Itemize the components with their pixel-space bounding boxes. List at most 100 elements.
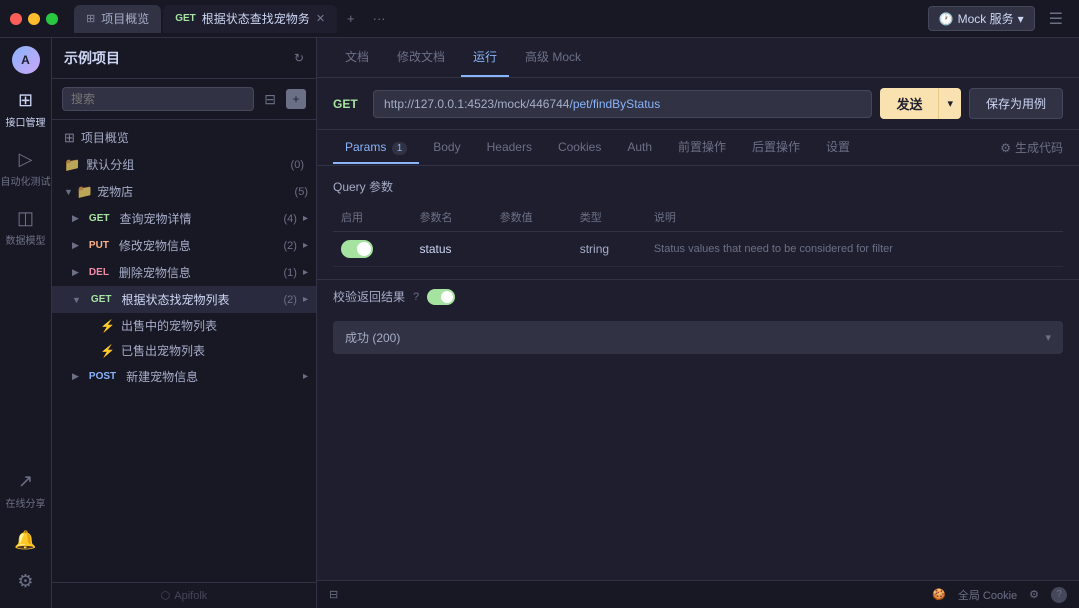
url-bar: GET http://127.0.0.1:4523/mock/446744 /p…: [317, 78, 1079, 130]
param-enabled-toggle[interactable]: [341, 240, 373, 258]
nav-api2-label: 修改宠物信息: [119, 237, 278, 254]
url-input[interactable]: http://127.0.0.1:4523/mock/446744 /pet/f…: [373, 90, 872, 118]
param-tab-body[interactable]: Body: [421, 132, 472, 164]
sidebar-item-datamodel[interactable]: ◫ 数据模型: [4, 200, 48, 255]
nav-api-del[interactable]: ▶ DEL 删除宠物信息 (1) ▸: [52, 259, 316, 286]
logo-icon: ⬡: [161, 589, 171, 602]
query-params-section: Query 参数 启用 参数名 参数值 类型 说明: [317, 166, 1079, 279]
refresh-icon[interactable]: ↻: [294, 51, 304, 65]
apipost-logo: ⬡ Apifolk: [161, 589, 208, 602]
response-status-label: 成功 (200): [345, 329, 400, 346]
tab-run[interactable]: 运行: [461, 38, 509, 77]
datamodel-icon: ◫: [17, 208, 34, 229]
response-item-200[interactable]: 成功 (200) ▾: [333, 321, 1063, 354]
nav-api-get-details[interactable]: ▶ GET 查询宠物详情 (4) ▸: [52, 205, 316, 232]
save-as-case-button[interactable]: 保存为用例: [969, 88, 1063, 119]
close-tab-icon[interactable]: ✕: [316, 12, 325, 25]
param-desc-cell: Status values that need to be considered…: [646, 232, 1063, 267]
more-tabs-button[interactable]: ···: [365, 7, 394, 30]
tab-overview[interactable]: ⊞ 项目概览: [74, 5, 161, 33]
app-body: A ⊞ 接口管理 ▷ 自动化测试 ◫ 数据模型 ↗ 在线分享 🔔 ⚙ 示例项目 …: [0, 38, 1079, 608]
param-tab-settings[interactable]: 设置: [814, 130, 862, 165]
filter-icon[interactable]: ⊟: [260, 89, 280, 110]
expand-icon[interactable]: ⊟: [329, 588, 338, 601]
sub-item-sold[interactable]: ⚡ 已售出宠物列表: [52, 338, 316, 363]
sidebar-item-autotest[interactable]: ▷ 自动化测试: [4, 141, 48, 196]
param-tab-pre[interactable]: 前置操作: [666, 130, 738, 165]
response-section: 成功 (200) ▾: [317, 313, 1079, 362]
validation-title: 校验返回结果: [333, 288, 405, 305]
chevron-right-icon2: ▶: [72, 240, 79, 251]
main-content: 文档 修改文档 运行 高级 Mock GET http://127.0.0.1:…: [317, 38, 1079, 608]
method-get-badge2: GET: [87, 293, 116, 306]
minimize-button[interactable]: [28, 13, 40, 25]
col-desc: 说明: [646, 203, 1063, 232]
validation-info-icon[interactable]: ?: [413, 291, 419, 303]
hamburger-button[interactable]: ☰: [1043, 7, 1069, 31]
search-input[interactable]: [62, 87, 254, 111]
param-value-cell[interactable]: [492, 232, 572, 267]
param-tab-post[interactable]: 后置操作: [740, 130, 812, 165]
mock-service-button[interactable]: 🕐 Mock 服务 ▾: [928, 6, 1035, 31]
method-get-badge: GET: [85, 212, 114, 225]
nav-api2-count: (2): [284, 240, 297, 252]
method-post-badge: POST: [85, 370, 120, 383]
arrow-icon5: ▸: [303, 371, 308, 382]
chevron-right-icon3: ▶: [72, 267, 79, 278]
send-dropdown-button[interactable]: ▾: [938, 88, 961, 119]
generate-code-button[interactable]: ⚙ 生成代码: [1000, 139, 1063, 156]
tab-docs[interactable]: 文档: [333, 38, 381, 77]
arrow-icon: ▸: [303, 213, 308, 224]
nav-item-default[interactable]: 📁 默认分组 (0): [52, 151, 316, 178]
sub-item1-label: 出售中的宠物列表: [121, 317, 217, 334]
sidebar-search: ⊟ +: [52, 79, 316, 120]
validation-section: 校验返回结果 ?: [317, 279, 1079, 313]
datamodel-label: 数据模型: [6, 232, 46, 247]
chevron-down-icon4: ▼: [72, 295, 81, 305]
validation-toggle[interactable]: [427, 289, 455, 305]
add-tab-button[interactable]: +: [339, 7, 363, 30]
sub-item-onsale[interactable]: ⚡ 出售中的宠物列表: [52, 313, 316, 338]
gear-icon: ⚙: [17, 571, 33, 592]
param-name-cell[interactable]: status: [411, 232, 491, 267]
nav-api-post-create[interactable]: ▶ POST 新建宠物信息 ▸: [52, 363, 316, 390]
nav-group-petshop[interactable]: ▼ 📁 宠物店 (5): [52, 178, 316, 205]
nav-item-overview[interactable]: ⊞ 项目概览: [52, 124, 316, 151]
send-button[interactable]: 发送: [880, 88, 938, 119]
sidebar-item-settings[interactable]: ⚙: [4, 563, 48, 600]
sidebar-item-share[interactable]: ↗ 在线分享: [4, 463, 48, 518]
tab-advanced-mock[interactable]: 高级 Mock: [513, 38, 593, 77]
close-button[interactable]: [10, 13, 22, 25]
chevron-right-icon: ▶: [72, 213, 79, 224]
add-interface-button[interactable]: +: [286, 89, 306, 109]
chevron-down-icon: ▾: [1045, 331, 1051, 344]
gen-code-label: 生成代码: [1015, 139, 1063, 156]
param-tab-headers[interactable]: Headers: [475, 132, 544, 164]
param-tabs: Params 1 Body Headers Cookies Auth 前置操作 …: [317, 130, 1079, 166]
help-icon[interactable]: ?: [1051, 587, 1067, 603]
param-tab-auth[interactable]: Auth: [615, 132, 664, 164]
autotest-label: 自动化测试: [1, 173, 51, 188]
user-avatar[interactable]: A: [12, 46, 40, 74]
param-tab-cookies[interactable]: Cookies: [546, 132, 613, 164]
settings-icon[interactable]: ⚙: [1029, 588, 1039, 601]
autotest-icon: ▷: [19, 149, 33, 170]
validation-header[interactable]: 校验返回结果 ?: [333, 288, 1063, 305]
sidebar-item-notify[interactable]: 🔔: [4, 522, 48, 559]
tab-api-get[interactable]: GET 根据状态查找宠物务 ✕: [163, 5, 337, 33]
method-del-badge: DEL: [85, 266, 113, 279]
bell-icon: 🔔: [14, 530, 36, 551]
nav-api-get-bystatus[interactable]: ▼ GET 根据状态找宠物列表 (2) ▸: [52, 286, 316, 313]
lightning-icon2: ⚡: [100, 344, 115, 358]
tab-edit-docs[interactable]: 修改文档: [385, 38, 457, 77]
interface-label: 接口管理: [6, 114, 46, 129]
arrow-icon3: ▸: [303, 267, 308, 278]
param-tab-params[interactable]: Params 1: [333, 132, 419, 164]
nav-api-put-modify[interactable]: ▶ PUT 修改宠物信息 (2) ▸: [52, 232, 316, 259]
maximize-button[interactable]: [46, 13, 58, 25]
global-cookie-label[interactable]: 全局 Cookie: [958, 587, 1017, 603]
cookie-icon: 🍪: [932, 588, 946, 601]
chevron-down-icon: ▾: [1018, 12, 1024, 26]
sidebar-item-interface[interactable]: ⊞ 接口管理: [4, 82, 48, 137]
send-button-group: 发送 ▾: [880, 88, 961, 119]
